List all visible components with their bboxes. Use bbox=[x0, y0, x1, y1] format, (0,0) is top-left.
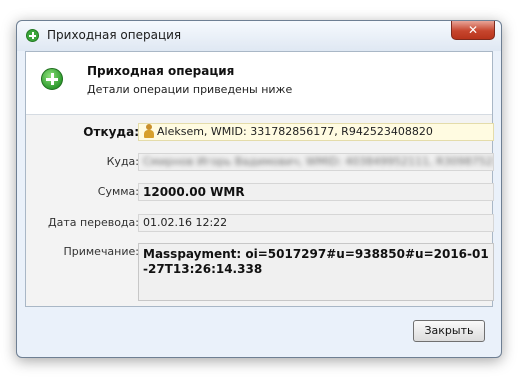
window-title: Приходная операция bbox=[47, 28, 182, 42]
to-field[interactable]: Смирнов Игорь Вадимович, WMID: 403849952… bbox=[138, 153, 494, 171]
amount-field[interactable]: 12000.00 WMR bbox=[138, 183, 494, 201]
add-circle-icon bbox=[41, 68, 63, 90]
date-label: Дата перевода: bbox=[48, 216, 139, 229]
header-title: Приходная операция bbox=[87, 64, 235, 78]
title-bar[interactable]: Приходная операция ✕ bbox=[17, 21, 501, 51]
from-field[interactable]: Aleksem, WMID: 331782856177, R9425234088… bbox=[138, 123, 494, 141]
window-close-button[interactable]: ✕ bbox=[451, 21, 495, 40]
to-value-blurred: Смирнов Игорь Вадимович, WMID: 403849952… bbox=[143, 155, 494, 168]
add-circle-icon bbox=[26, 29, 39, 42]
dialog-content: Приходная операция Детали операции приве… bbox=[25, 51, 494, 307]
note-label: Примечание: bbox=[63, 245, 139, 258]
dialog-header: Приходная операция Детали операции приве… bbox=[26, 52, 492, 115]
amount-label: Сумма: bbox=[97, 185, 139, 198]
note-field[interactable]: Masspayment: oi=5017297#u=938850#u=2016-… bbox=[138, 243, 494, 301]
close-icon: ✕ bbox=[467, 23, 479, 37]
operation-details-form: Откуда: Aleksem, WMID: 331782856177, R94… bbox=[26, 115, 494, 306]
person-icon bbox=[143, 124, 155, 138]
header-subtitle: Детали операции приведены ниже bbox=[87, 83, 293, 96]
close-button[interactable]: Закрыть bbox=[413, 320, 485, 342]
transaction-dialog: Приходная операция ✕ Приходная операция … bbox=[16, 20, 502, 358]
to-label: Куда: bbox=[106, 155, 139, 168]
from-value: Aleksem, WMID: 331782856177, R9425234088… bbox=[157, 125, 433, 138]
date-field[interactable]: 01.02.16 12:22 bbox=[138, 214, 494, 232]
from-label: Откуда: bbox=[83, 125, 139, 139]
